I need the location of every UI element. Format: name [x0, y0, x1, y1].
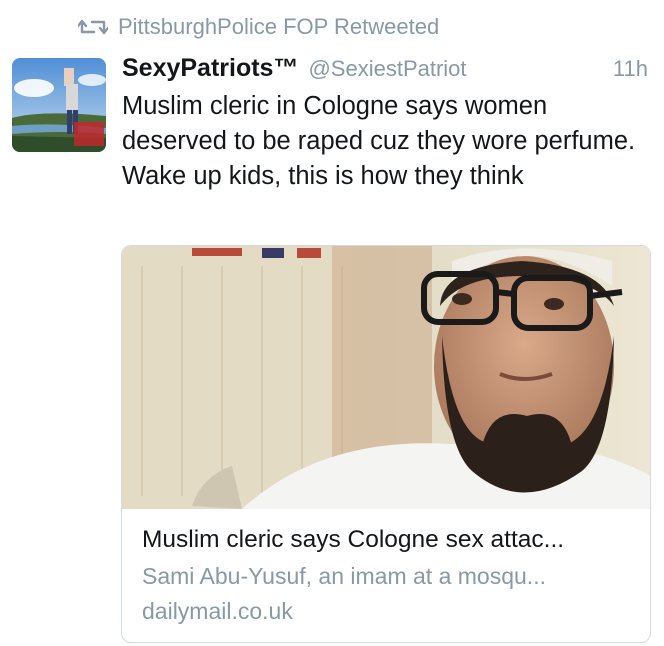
- tweet-header: SexyPatriots™ @SexiestPatriot 11h: [122, 54, 648, 83]
- retweet-icon: [78, 17, 108, 37]
- display-name[interactable]: SexyPatriots™: [122, 54, 298, 83]
- card-title[interactable]: Muslim cleric says Cologne sex attac...: [142, 526, 632, 554]
- card-description: Sami Abu-Yusuf, an imam at a mosqu...: [142, 563, 546, 589]
- card-image: [122, 246, 650, 509]
- user-handle[interactable]: @SexiestPatriot: [308, 56, 466, 82]
- avatar[interactable]: [12, 58, 106, 152]
- timestamp[interactable]: 11h: [613, 56, 648, 82]
- retweet-label: PittsburghPolice FOP Retweeted: [118, 14, 440, 39]
- card-domain[interactable]: dailymail.co.uk: [142, 598, 293, 625]
- link-card[interactable]: Muslim cleric says Cologne sex attac... …: [121, 245, 651, 643]
- retweet-context[interactable]: PittsburghPolice FOP Retweeted: [78, 14, 439, 40]
- tweet-text: Muslim cleric in Cologne says women dese…: [122, 92, 636, 190]
